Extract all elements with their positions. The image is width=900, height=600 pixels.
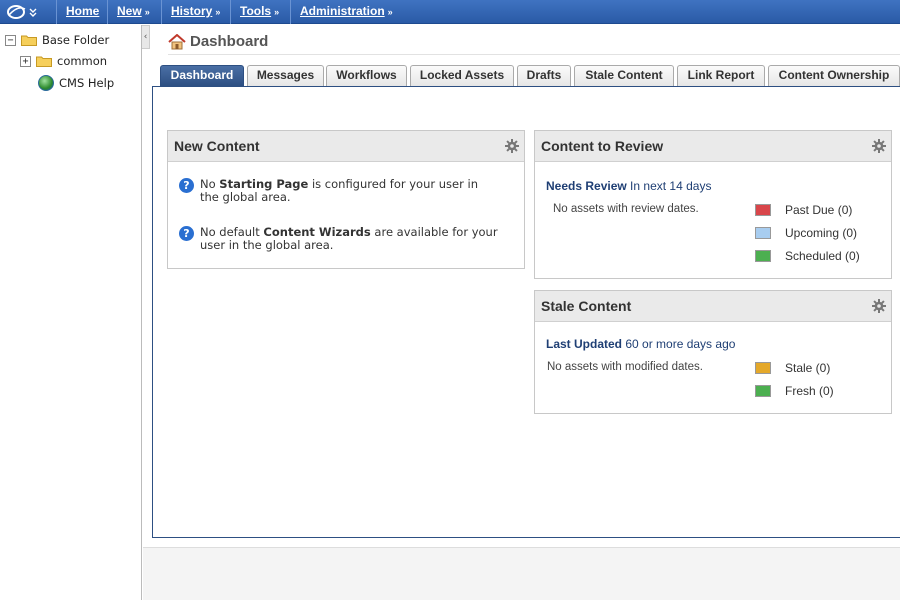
- review-range-label: Needs Review In next 14 days: [546, 179, 712, 193]
- legend-swatch: [755, 385, 771, 397]
- tree-item-label: CMS Help: [59, 76, 115, 90]
- divider: [168, 54, 900, 55]
- collapse-toggle[interactable]: −: [5, 34, 16, 46]
- globe-icon: [38, 75, 54, 91]
- menu-administration[interactable]: Administration»: [300, 4, 393, 18]
- expand-toggle[interactable]: +: [20, 55, 31, 67]
- legend-past-due: Past Due (0): [755, 203, 852, 217]
- widget-header: Content to Review: [535, 131, 891, 162]
- top-menu-bar: Home New» History» Tools» Administration…: [0, 0, 900, 24]
- tree-item-label: Base Folder: [42, 33, 110, 47]
- folder-icon: [21, 34, 37, 46]
- legend-scheduled: Scheduled (0): [755, 249, 860, 263]
- sidebar: − Base Folder + common CMS Help: [0, 25, 142, 600]
- gear-icon[interactable]: [872, 299, 886, 313]
- widget-title: New Content: [174, 138, 260, 154]
- tab-workflows[interactable]: Workflows: [326, 65, 407, 86]
- tab-content-ownership[interactable]: Content Ownership: [768, 65, 900, 86]
- last-updated-label: Last Updated 60 or more days ago: [546, 337, 736, 351]
- page-title-text: Dashboard: [190, 33, 269, 50]
- menu-history[interactable]: History»: [171, 4, 220, 18]
- dashboard-panel: New Content ? No Starting Page is config…: [152, 86, 900, 538]
- new-content-widget: New Content ? No Starting Page is config…: [167, 130, 525, 269]
- info-message: ? No Starting Page is configured for you…: [179, 178, 499, 204]
- widget-header: Stale Content: [535, 291, 891, 322]
- menu-new[interactable]: New»: [117, 4, 150, 18]
- content-wizards-label: Content Wizards: [263, 225, 371, 239]
- starting-page-label: Starting Page: [219, 177, 309, 191]
- legend-upcoming: Upcoming (0): [755, 226, 857, 240]
- menu-divider: [161, 0, 162, 24]
- app-logo-icon[interactable]: [6, 3, 40, 21]
- tab-stale-content[interactable]: Stale Content: [574, 65, 674, 86]
- tab-link-report[interactable]: Link Report: [677, 65, 765, 86]
- tab-drafts[interactable]: Drafts: [517, 65, 571, 86]
- help-icon: ?: [179, 178, 194, 193]
- folder-icon: [36, 55, 52, 67]
- content-to-review-widget: Content to Review Needs Review In next 1…: [534, 130, 892, 279]
- sidebar-collapse-handle[interactable]: ‹: [142, 25, 150, 49]
- tree-item-cms-help[interactable]: CMS Help: [38, 75, 114, 91]
- help-icon: ?: [179, 226, 194, 241]
- chevron-down-icon: »: [387, 7, 393, 17]
- chevron-down-icon: »: [144, 7, 150, 17]
- tab-dashboard[interactable]: Dashboard: [160, 65, 244, 86]
- gear-icon[interactable]: [872, 139, 886, 153]
- home-icon: [168, 33, 186, 50]
- legend-swatch: [755, 204, 771, 216]
- legend-swatch: [755, 362, 771, 374]
- empty-message: No assets with review dates.: [553, 203, 699, 215]
- legend-swatch: [755, 250, 771, 262]
- tree-item-common[interactable]: + common: [20, 54, 107, 68]
- menu-divider: [290, 0, 291, 24]
- chevron-down-icon: »: [215, 7, 221, 17]
- tree-item-base-folder[interactable]: − Base Folder: [5, 33, 109, 47]
- menu-tools[interactable]: Tools»: [240, 4, 279, 18]
- info-message: ? No default Content Wizards are availab…: [179, 226, 509, 252]
- widget-title: Stale Content: [541, 298, 632, 314]
- chevron-down-icon: »: [274, 7, 280, 17]
- footer-bar: [143, 547, 900, 600]
- tab-locked-assets[interactable]: Locked Assets: [410, 65, 514, 86]
- menu-divider: [230, 0, 231, 24]
- legend-stale: Stale (0): [755, 361, 830, 375]
- menu-home[interactable]: Home: [66, 4, 99, 18]
- page-title: Dashboard: [168, 33, 268, 50]
- tree-item-label: common: [57, 54, 108, 68]
- tab-messages[interactable]: Messages: [247, 65, 324, 86]
- menu-divider: [56, 0, 57, 24]
- widget-header: New Content: [168, 131, 524, 162]
- legend-fresh: Fresh (0): [755, 384, 834, 398]
- legend-swatch: [755, 227, 771, 239]
- widget-title: Content to Review: [541, 138, 664, 154]
- gear-icon[interactable]: [505, 139, 519, 153]
- stale-content-widget: Stale Content Last Updated 60 or more da…: [534, 290, 892, 414]
- menu-divider: [107, 0, 108, 24]
- empty-message: No assets with modified dates.: [547, 361, 703, 373]
